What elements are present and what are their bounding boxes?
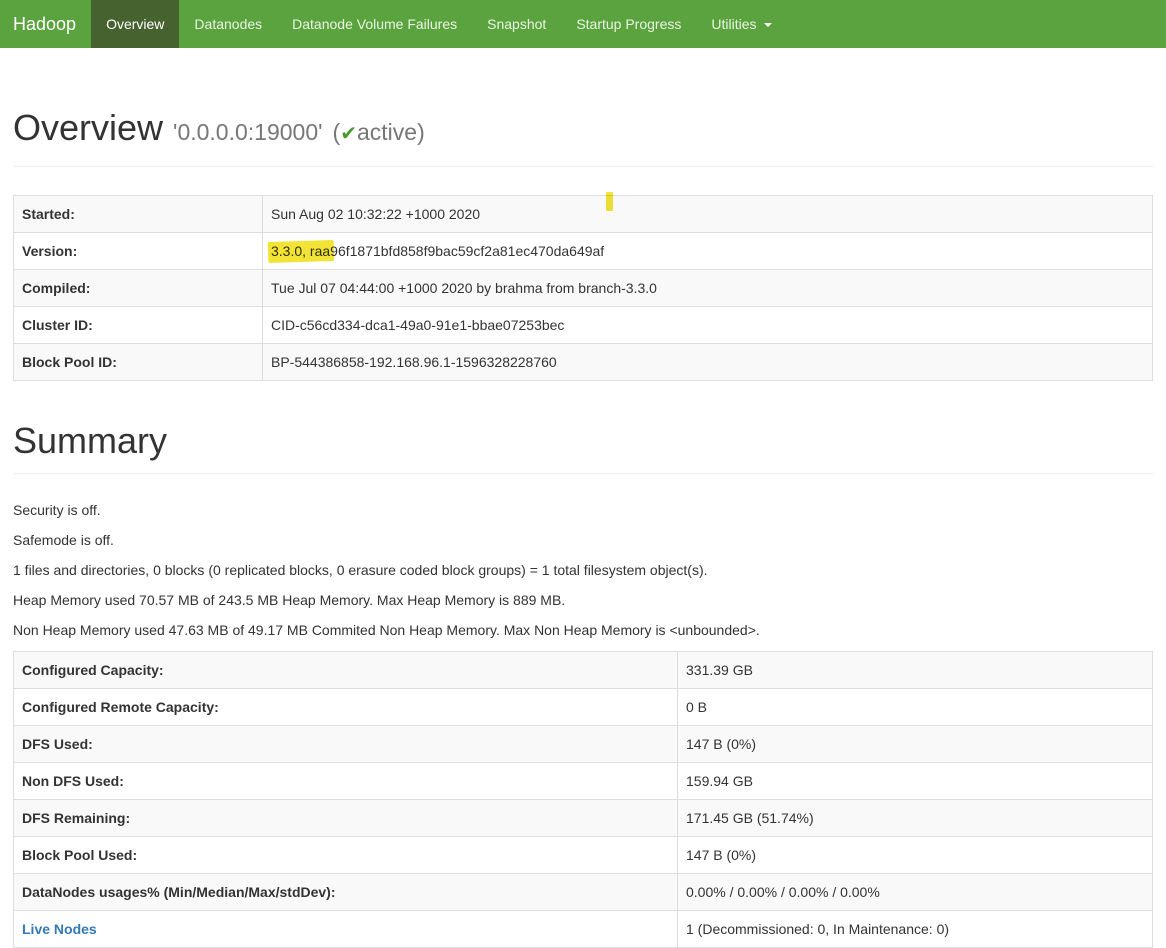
row-label: Compiled: [14, 270, 263, 307]
table-row-block-pool-id: Block Pool ID: BP-544386858-192.168.96.1… [14, 344, 1153, 381]
row-value: CID-c56cd334-dca1-49a0-91e1-bbae07253bec [263, 307, 1153, 344]
row-label: Configured Remote Capacity: [14, 688, 678, 725]
main-content: Overview '0.0.0.0:19000' (✔active) Start… [0, 108, 1166, 948]
row-label: Configured Capacity: [14, 651, 678, 688]
live-nodes-link[interactable]: Live Nodes [22, 921, 97, 937]
row-value: 0.00% / 0.00% / 0.00% / 0.00% [678, 873, 1153, 910]
navbar-menu: Overview Datanodes Datanode Volume Failu… [91, 0, 787, 48]
row-label: Non DFS Used: [14, 762, 678, 799]
highlighted-version-text: 3.3.0, raa [271, 243, 330, 259]
table-row-started: Started: Sun Aug 02 10:32:22 +1000 2020 [14, 196, 1153, 233]
table-row-configured-remote-capacity: Configured Remote Capacity: 0 B [14, 688, 1153, 725]
utilities-label: Utilities [711, 16, 756, 32]
row-label: Started: [14, 196, 263, 233]
summary-title: Summary [13, 421, 1153, 461]
nav-item-utilities-dropdown[interactable]: Utilities [696, 0, 787, 48]
table-row-dfs-remaining: DFS Remaining: 171.45 GB (51.74%) [14, 799, 1153, 836]
overview-info-table: Started: Sun Aug 02 10:32:22 +1000 2020 … [13, 195, 1153, 381]
table-row-cluster-id: Cluster ID: CID-c56cd334-dca1-49a0-91e1-… [14, 307, 1153, 344]
row-label: Block Pool Used: [14, 836, 678, 873]
version-hash-text: 96f1871bfd858f9bac59cf2a81ec470da649af [330, 243, 604, 259]
summary-stats-table: Configured Capacity: 331.39 GB Configure… [13, 651, 1153, 948]
row-value: 147 B (0%) [678, 836, 1153, 873]
non-heap-memory-text: Non Heap Memory used 47.63 MB of 49.17 M… [13, 621, 1153, 641]
safemode-status-text: Safemode is off. [13, 531, 1153, 551]
row-value: Tue Jul 07 04:44:00 +1000 2020 by brahma… [263, 270, 1153, 307]
top-navbar: Hadoop Overview Datanodes Datanode Volum… [0, 0, 1166, 48]
state-close-paren: ) [417, 119, 425, 145]
nav-item-datanode-volume-failures[interactable]: Datanode Volume Failures [277, 0, 472, 48]
namenode-state: active [357, 119, 417, 145]
page-title: Overview '0.0.0.0:19000' (✔active) [13, 108, 1153, 154]
table-row-configured-capacity: Configured Capacity: 331.39 GB [14, 651, 1153, 688]
row-label: Version: [14, 233, 263, 270]
table-row-block-pool-used: Block Pool Used: 147 B (0%) [14, 836, 1153, 873]
namenode-address: '0.0.0.0:19000' [173, 119, 322, 145]
row-label: DataNodes usages% (Min/Median/Max/stdDev… [14, 873, 678, 910]
row-value: 159.94 GB [678, 762, 1153, 799]
row-label: Live Nodes [14, 910, 678, 947]
row-label: Block Pool ID: [14, 344, 263, 381]
row-value: 331.39 GB [678, 651, 1153, 688]
row-label: DFS Used: [14, 725, 678, 762]
security-status-text: Security is off. [13, 501, 1153, 521]
nav-item-datanodes[interactable]: Datanodes [179, 0, 277, 48]
row-value: 0 B [678, 688, 1153, 725]
page-title-text: Overview [13, 107, 163, 148]
caret-down-icon [764, 23, 772, 27]
active-check-icon: ✔ [340, 123, 357, 145]
table-row-datanode-usages: DataNodes usages% (Min/Median/Max/stdDev… [14, 873, 1153, 910]
filesystem-objects-text: 1 files and directories, 0 blocks (0 rep… [13, 561, 1153, 581]
page-header-overview: Overview '0.0.0.0:19000' (✔active) [13, 108, 1153, 167]
table-row-version: Version: 3.3.0, raa96f1871bfd858f9bac59c… [14, 233, 1153, 270]
row-value: 147 B (0%) [678, 725, 1153, 762]
row-value: 3.3.0, raa96f1871bfd858f9bac59cf2a81ec47… [263, 233, 1153, 270]
row-value: BP-544386858-192.168.96.1-1596328228760 [263, 344, 1153, 381]
row-value: Sun Aug 02 10:32:22 +1000 2020 [263, 196, 1153, 233]
brand-hadoop[interactable]: Hadoop [0, 0, 91, 48]
heap-memory-text: Heap Memory used 70.57 MB of 243.5 MB He… [13, 591, 1153, 611]
row-value: 171.45 GB (51.74%) [678, 799, 1153, 836]
row-value: 1 (Decommissioned: 0, In Maintenance: 0) [678, 910, 1153, 947]
table-row-dfs-used: DFS Used: 147 B (0%) [14, 725, 1153, 762]
table-row-live-nodes: Live Nodes 1 (Decommissioned: 0, In Main… [14, 910, 1153, 947]
nav-item-snapshot[interactable]: Snapshot [472, 0, 561, 48]
nav-item-startup-progress[interactable]: Startup Progress [561, 0, 696, 48]
nav-item-overview[interactable]: Overview [91, 0, 179, 48]
table-row-compiled: Compiled: Tue Jul 07 04:44:00 +1000 2020… [14, 270, 1153, 307]
row-label: Cluster ID: [14, 307, 263, 344]
row-label: DFS Remaining: [14, 799, 678, 836]
page-header-summary: Summary [13, 421, 1153, 474]
table-row-non-dfs-used: Non DFS Used: 159.94 GB [14, 762, 1153, 799]
